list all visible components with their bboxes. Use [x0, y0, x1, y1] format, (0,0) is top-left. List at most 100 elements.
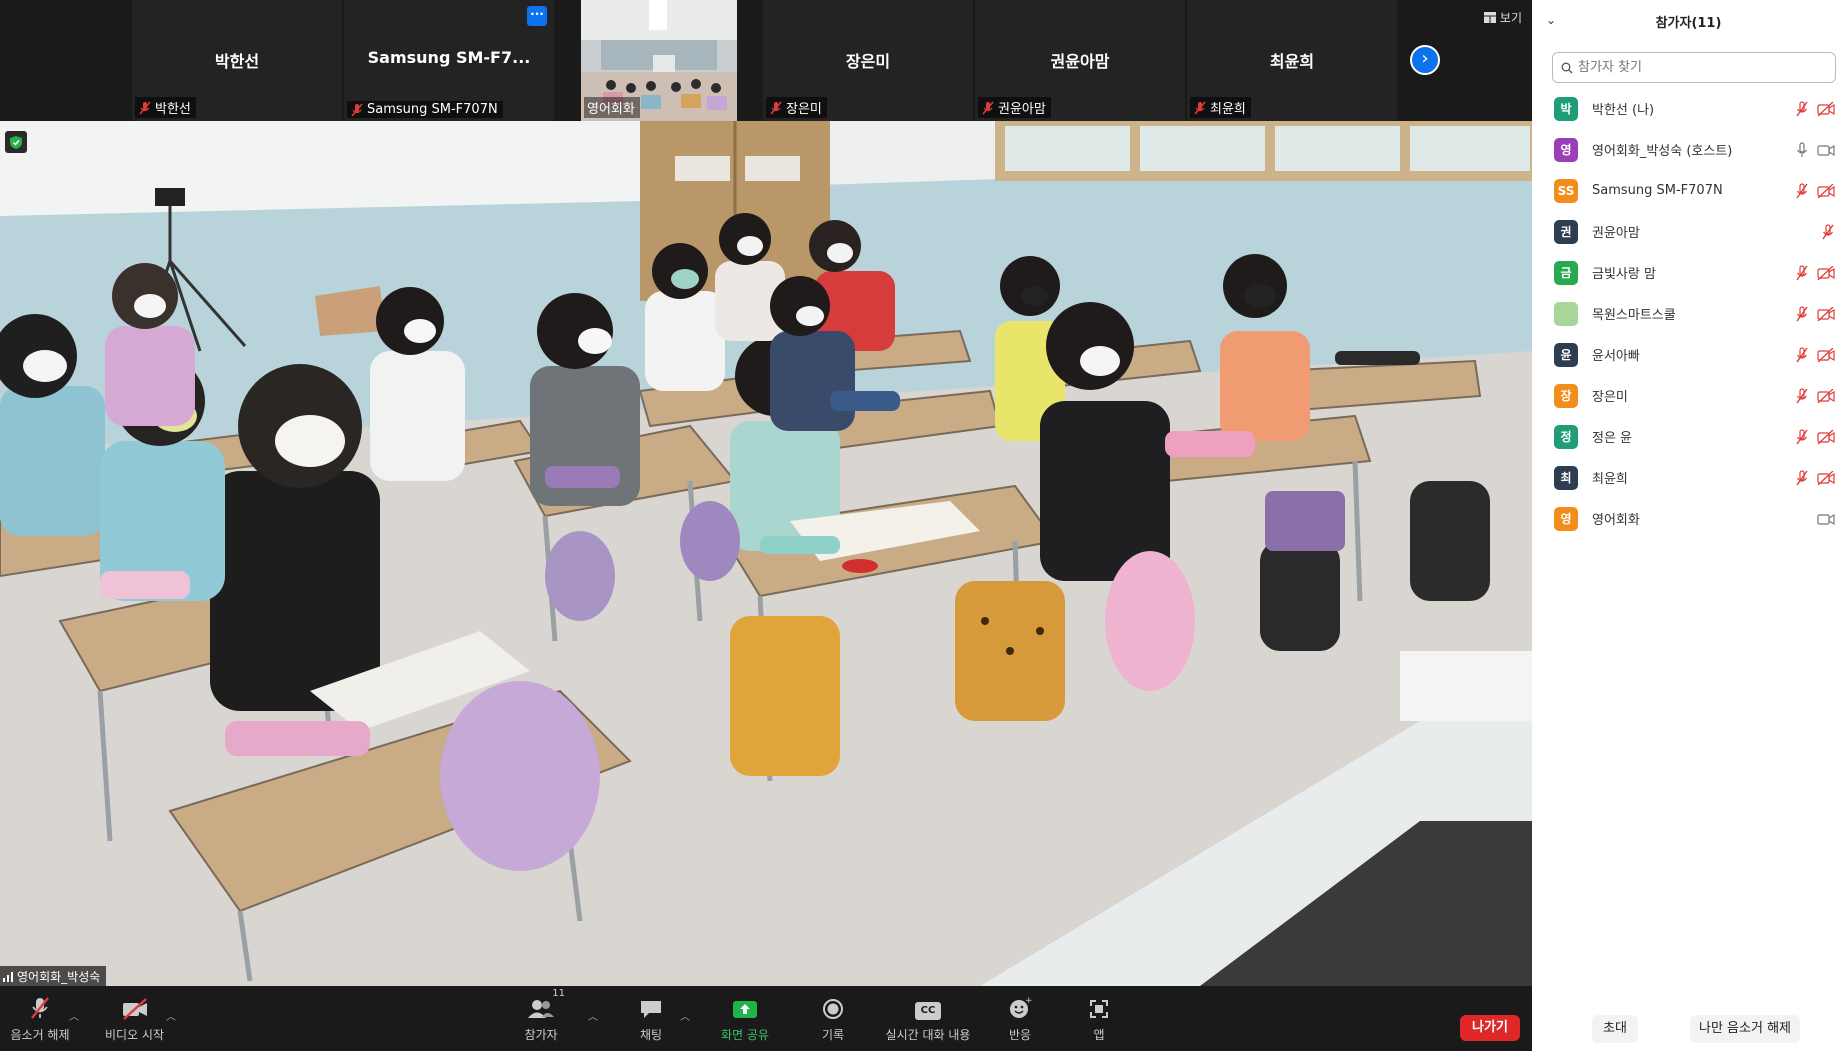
audio-options-caret[interactable]: ︿: [69, 1008, 79, 1023]
participant-video-tile[interactable]: 영어회화: [581, 0, 737, 121]
avatar: 영: [1554, 137, 1578, 162]
participant-name: 박한선 (나): [1592, 103, 1655, 118]
tile-name: 박한선: [214, 52, 260, 71]
live-transcript-button[interactable]: CC 실시간 대화 내용: [880, 986, 976, 1051]
participant-tile[interactable]: 권윤아맘 권윤아맘: [975, 0, 1185, 121]
participant-name: 권윤아맘: [1592, 226, 1640, 241]
tile-label-text: 영어회화: [587, 102, 635, 117]
avatar: [1554, 301, 1578, 326]
mic-muted-icon: [1796, 100, 1808, 116]
participant-name: 목원스마트스쿨: [1592, 308, 1676, 323]
record-icon: [823, 999, 843, 1019]
video-off-icon: [122, 998, 147, 1020]
tile-label-text: 장은미: [786, 102, 822, 117]
participant-row[interactable]: 윤 윤서아빠: [1532, 334, 1845, 375]
thumbnail-strip: 박한선 박한선 Samsung SM-F7... Samsung SM-F707…: [0, 0, 1532, 121]
unmute-myself-button[interactable]: 나만 음소거 해제: [1690, 1015, 1800, 1043]
video-off-icon: [1817, 470, 1835, 485]
avatar: 정: [1554, 424, 1578, 449]
reactions-label: 반응: [1008, 1028, 1032, 1042]
participants-options-caret[interactable]: ︿: [588, 1008, 598, 1023]
participant-row[interactable]: 영 영어회화: [1532, 498, 1845, 539]
participant-row[interactable]: 정 정은 윤: [1532, 416, 1845, 457]
meeting-area: 박한선 박한선 Samsung SM-F7... Samsung SM-F707…: [0, 0, 1532, 1051]
tile-label: 권윤아맘: [978, 97, 1051, 118]
grid-view-icon: [1483, 12, 1496, 23]
meeting-toolbar: 음소거 해제 ︿ 비디오 시작 ︿ 11 참가자 ︿ 채팅 ︿ 화면 공유 기록…: [0, 986, 1532, 1051]
participant-row[interactable]: 영 영어회화_박성숙 (호스트): [1532, 129, 1845, 170]
participant-status-icons: [1795, 387, 1835, 404]
panel-title: 참가자(11): [1655, 16, 1722, 31]
participant-tile[interactable]: 장은미 장은미: [763, 0, 973, 121]
tile-label-text: 최윤희: [1210, 102, 1246, 117]
mic-muted-icon: [982, 101, 994, 114]
apps-label: 앱: [1093, 1028, 1105, 1042]
participant-row[interactable]: 최 최윤희: [1532, 457, 1845, 498]
avatar: 윤: [1554, 342, 1578, 367]
participant-row[interactable]: 박 박한선 (나): [1532, 88, 1845, 129]
participants-button[interactable]: 11 참가자: [515, 986, 567, 1051]
search-icon: [1561, 62, 1573, 73]
unmute-label: 음소거 해제: [10, 1028, 70, 1042]
avatar: 박: [1554, 96, 1578, 121]
reactions-button[interactable]: + 반응: [999, 986, 1041, 1051]
unmute-button[interactable]: 음소거 해제: [5, 986, 75, 1051]
tile-label-text: 박한선: [155, 102, 191, 117]
participant-row[interactable]: 목원스마트스쿨: [1532, 293, 1845, 334]
apps-icon: [1090, 1000, 1108, 1018]
security-shield-icon[interactable]: [5, 131, 27, 153]
tile-label-text: 권윤아맘: [998, 102, 1046, 117]
mic-muted-icon: [1796, 305, 1808, 321]
avatar: 금: [1554, 260, 1578, 285]
participant-status-icons: [1795, 100, 1835, 117]
reaction-emoji-icon: +: [1010, 996, 1032, 1018]
participant-tile[interactable]: 박한선 박한선: [132, 0, 342, 121]
participant-tile[interactable]: 최윤희 최윤희: [1187, 0, 1397, 121]
participants-panel: ⌄ 참가자(11) 박 박한선 (나) 영 영어회화_박성숙 (호스트) SS Samsu…: [1532, 0, 1845, 1051]
tile-name: Samsung SM-F7...: [367, 48, 531, 67]
avatar: 권: [1554, 219, 1578, 244]
chat-options-caret[interactable]: ︿: [680, 1008, 690, 1023]
video-options-caret[interactable]: ︿: [166, 1008, 176, 1023]
participant-name: 윤서아빠: [1592, 349, 1640, 364]
panel-footer: 초대 나만 음소거 해제: [1532, 1015, 1845, 1045]
participants-icon: [528, 1000, 554, 1018]
participant-status-icons: [1795, 428, 1835, 445]
participant-status-icons: [1795, 305, 1835, 322]
apps-button[interactable]: 앱: [1082, 986, 1116, 1051]
more-options-button[interactable]: ···: [527, 6, 547, 26]
next-page-button[interactable]: ›: [1410, 45, 1440, 75]
participant-row[interactable]: SS Samsung SM-F707N: [1532, 170, 1845, 211]
tile-label: 장은미: [766, 97, 827, 118]
record-button[interactable]: 기록: [812, 986, 854, 1051]
participant-row[interactable]: 권 권윤아맘: [1532, 211, 1845, 252]
mic-muted-icon: [1796, 469, 1808, 485]
avatar: 영: [1554, 506, 1578, 531]
search-input[interactable]: [1578, 60, 1818, 75]
svg-text:+: +: [1025, 996, 1032, 1006]
participant-list: 박 박한선 (나) 영 영어회화_박성숙 (호스트) SS Samsung SM-F707…: [1532, 88, 1845, 539]
panel-header: ⌄ 참가자(11): [1532, 0, 1845, 42]
participant-name: 금빛사랑 맘: [1592, 267, 1656, 282]
mic-muted-icon: [31, 997, 49, 1019]
video-off-icon: [1817, 101, 1835, 116]
invite-button[interactable]: 초대: [1592, 1015, 1638, 1043]
leave-button[interactable]: 나가기: [1460, 1015, 1520, 1041]
participants-label: 참가자: [524, 1028, 558, 1042]
participant-tile[interactable]: Samsung SM-F7... Samsung SM-F707N ···: [344, 0, 554, 121]
participant-status-icons: [1795, 469, 1835, 486]
mic-muted-icon: [1796, 346, 1808, 362]
view-label: 보기: [1499, 11, 1522, 25]
participant-name: Samsung SM-F707N: [1592, 183, 1723, 198]
share-screen-button[interactable]: 화면 공유: [715, 986, 775, 1051]
participant-name: 장은미: [1592, 390, 1628, 405]
participant-search[interactable]: [1552, 52, 1836, 83]
participant-row[interactable]: 금 금빛사랑 맘: [1532, 252, 1845, 293]
mic-muted-icon: [139, 101, 151, 114]
chat-icon: [641, 1001, 661, 1018]
view-button[interactable]: 보기: [1483, 9, 1522, 26]
start-video-button[interactable]: 비디오 시작: [97, 986, 172, 1051]
participant-row[interactable]: 장 장은미: [1532, 375, 1845, 416]
chat-button[interactable]: 채팅: [630, 986, 672, 1051]
live-transcript-label: 실시간 대화 내용: [885, 1028, 971, 1042]
